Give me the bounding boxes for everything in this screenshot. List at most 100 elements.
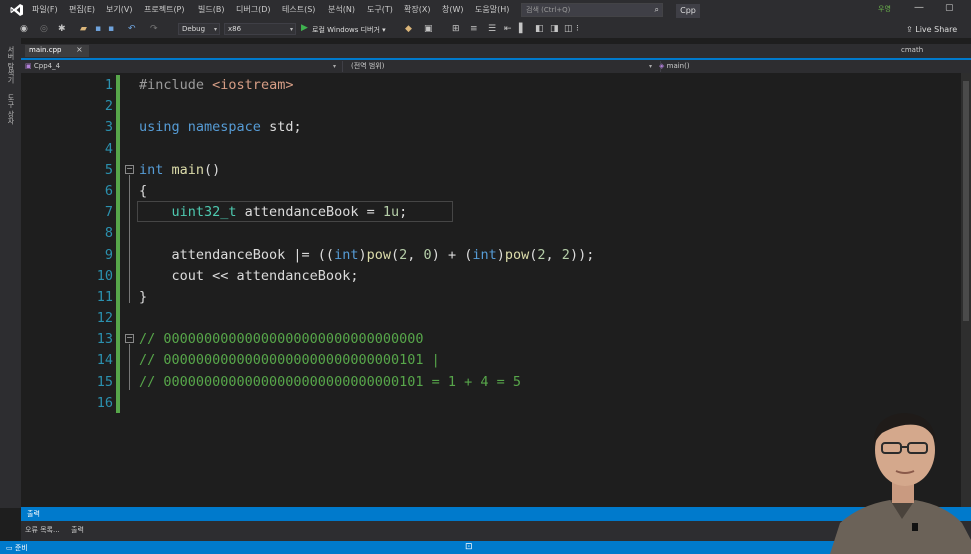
- platform-select[interactable]: x86 ▾: [224, 23, 296, 35]
- platform-value: x86: [228, 25, 242, 33]
- tab-main-cpp[interactable]: main.cpp ×: [25, 45, 89, 57]
- search-input[interactable]: 검색 (Ctrl+Q) ⌕: [521, 3, 663, 17]
- code-line: uint32_t attendanceBook = 1u;: [171, 204, 408, 221]
- fold-collapse-icon[interactable]: −: [125, 334, 134, 343]
- breakpoint-icon[interactable]: ≡: [470, 24, 478, 34]
- scope-value: (전역 범위): [351, 62, 385, 70]
- save-icon[interactable]: ▪: [95, 24, 101, 34]
- project-dropdown[interactable]: ▣ Cpp4_4 ▾: [25, 61, 343, 72]
- line-number: 2: [104, 98, 113, 115]
- notification-icon[interactable]: ⊡: [465, 542, 473, 552]
- line-number: 11: [96, 288, 113, 305]
- user-account[interactable]: 우영: [878, 4, 891, 14]
- bookmark-icon[interactable]: ▌: [519, 24, 526, 34]
- menu-debug[interactable]: 디버그(D): [236, 4, 270, 15]
- configuration-select[interactable]: Debug ▾: [178, 23, 220, 35]
- undo-icon[interactable]: ↶: [128, 24, 136, 34]
- code-line: // 00000000000000000000000000000000: [139, 331, 424, 348]
- status-bar: ▭ 준비 ⊡: [0, 541, 971, 554]
- maximize-button[interactable]: ▢: [945, 3, 954, 13]
- side-tool-strip: 서버 탐색기 도구 상자: [0, 38, 21, 508]
- menu-edit[interactable]: 편집(E): [69, 4, 95, 15]
- line-number: 16: [96, 394, 113, 411]
- tab-output[interactable]: 출력: [71, 525, 84, 535]
- hot-reload-icon[interactable]: ◆: [405, 24, 412, 34]
- start-debugging-button[interactable]: 로컬 Windows 디버거 ▾: [312, 25, 386, 35]
- code-line: int main(): [139, 161, 221, 178]
- search-placeholder: 검색 (Ctrl+Q): [526, 6, 571, 14]
- code-line: attendanceBook |= ((int)pow(2, 0) + (int…: [139, 246, 595, 263]
- bookmark-next-icon[interactable]: ◨: [550, 24, 559, 34]
- code-line: {: [139, 182, 148, 199]
- step-icon[interactable]: ⊞: [452, 24, 460, 34]
- line-number: 15: [96, 373, 113, 390]
- menu-test[interactable]: 테스트(S): [282, 4, 315, 15]
- fold-guide: [129, 344, 130, 390]
- code-editor[interactable]: 1 2 3 4 5 6 7 8 9 10 11 12 13 14 15 16 −…: [21, 73, 961, 507]
- tab-label: main.cpp: [29, 46, 62, 54]
- line-number: 8: [104, 225, 113, 242]
- forward-icon[interactable]: ◎: [40, 24, 48, 34]
- play-icon[interactable]: ▶: [301, 23, 308, 33]
- fold-guide: [129, 175, 130, 303]
- chevron-down-icon: ▾: [333, 63, 337, 70]
- bookmark-clear-icon[interactable]: ◫: [564, 24, 573, 34]
- configuration-value: Debug: [182, 25, 206, 33]
- status-label: 준비: [14, 544, 28, 552]
- new-project-icon[interactable]: ✱: [58, 24, 66, 34]
- code-line: }: [139, 288, 148, 305]
- live-share-button[interactable]: ⇪ Live Share: [906, 25, 957, 34]
- toolbox-tab[interactable]: 도구 상자: [6, 94, 16, 124]
- menu-build[interactable]: 빌드(B): [198, 4, 224, 15]
- toolbar: ◉ ◎ ✱ ▰ ▪ ▪ ↶ ↷ Debug ▾ x86 ▾ ▶ 로컬 Windo…: [0, 21, 971, 38]
- line-number: 10: [96, 267, 113, 284]
- visual-studio-logo-icon[interactable]: [10, 3, 24, 17]
- output-panel-title: 출력: [27, 510, 40, 518]
- status-text: ▭ 준비: [6, 544, 28, 552]
- back-icon[interactable]: ◉: [20, 24, 28, 34]
- scope-dropdown[interactable]: (전역 범위) ▾: [351, 61, 661, 72]
- menu-tools[interactable]: 도구(T): [367, 4, 393, 15]
- menu-file[interactable]: 파일(F): [32, 4, 58, 15]
- menu-help[interactable]: 도움말(H): [475, 4, 509, 15]
- line-number: 5: [104, 161, 113, 178]
- close-icon[interactable]: ×: [76, 45, 83, 54]
- tab-error-list[interactable]: 오류 목록...: [25, 525, 60, 535]
- bottom-panel-tabs: 오류 목록... 출력: [21, 521, 971, 541]
- format-icon[interactable]: ☰: [488, 24, 496, 34]
- project-icon: ▣: [25, 62, 32, 70]
- minimize-button[interactable]: —: [914, 2, 924, 13]
- open-folder-icon[interactable]: ▰: [80, 24, 87, 34]
- bookmark-prev-icon[interactable]: ◧: [535, 24, 544, 34]
- menu-window[interactable]: 창(W): [442, 4, 464, 15]
- search-icon[interactable]: ⌕: [655, 5, 659, 15]
- chevron-down-icon: ▾: [213, 26, 217, 33]
- scrollbar-thumb[interactable]: [963, 81, 969, 321]
- menu-view[interactable]: 보기(V): [106, 4, 132, 15]
- fold-collapse-icon[interactable]: −: [125, 165, 134, 174]
- solution-name: Cpp: [676, 4, 700, 18]
- member-value: main(): [666, 62, 690, 70]
- menu-analyze[interactable]: 분석(N): [328, 4, 355, 15]
- server-explorer-tab[interactable]: 서버 탐색기: [6, 46, 16, 83]
- line-number: 13: [96, 331, 113, 348]
- line-number: 7: [104, 204, 113, 221]
- outdent-icon[interactable]: ⇤: [504, 24, 512, 34]
- save-all-icon[interactable]: ▪: [108, 24, 114, 34]
- browse-icon[interactable]: ▣: [424, 24, 433, 34]
- toolbar-overflow-icon[interactable]: ⁝: [576, 24, 579, 34]
- menu-project[interactable]: 프로젝트(P): [144, 4, 185, 15]
- menu-extensions[interactable]: 확장(X): [404, 4, 430, 15]
- code-line: // 00000000000000000000000000000101 |: [139, 352, 440, 369]
- member-dropdown[interactable]: ◈ main(): [659, 61, 959, 72]
- code-content[interactable]: #include <iostream> using namespace std;…: [139, 75, 939, 414]
- line-number: 6: [104, 182, 113, 199]
- redo-icon[interactable]: ↷: [150, 24, 158, 34]
- code-line: #include <iostream>: [139, 77, 294, 93]
- code-line: cout << attendanceBook;: [139, 267, 359, 284]
- menu-bar: 파일(F) 편집(E) 보기(V) 프로젝트(P) 빌드(B) 디버그(D) 테…: [0, 0, 971, 21]
- project-value: Cpp4_4: [33, 62, 61, 70]
- tab-cmath[interactable]: cmath: [901, 46, 923, 54]
